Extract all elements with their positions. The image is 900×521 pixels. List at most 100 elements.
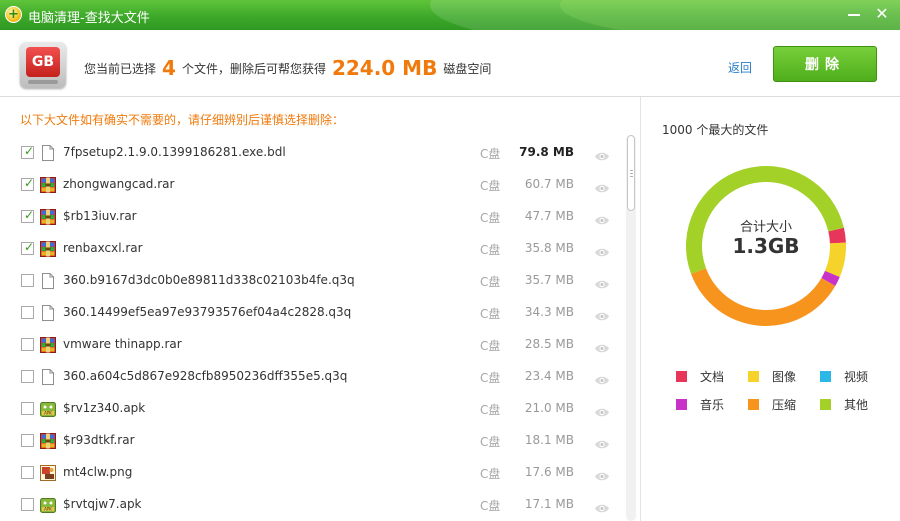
file-name: $r93dtkf.rar [63, 433, 135, 447]
archive-icon [40, 241, 56, 257]
file-drive: C盘 [480, 179, 501, 193]
eye-preview-icon[interactable] [594, 275, 610, 294]
file-row[interactable]: $r93dtkf.rar C盘 18.1 MB [0, 425, 620, 457]
scrollbar-thumb[interactable] [627, 135, 635, 211]
legend-item: 文档 [676, 368, 724, 385]
minimize-icon[interactable] [848, 14, 860, 16]
file-size: 28.5 MB [524, 337, 574, 351]
file-row[interactable]: vmware thinapp.rar C盘 28.5 MB [0, 329, 620, 361]
file-size: 34.3 MB [524, 305, 574, 319]
file-drive: C盘 [480, 467, 501, 481]
generic-file-icon [40, 369, 56, 385]
eye-preview-icon[interactable] [594, 371, 610, 390]
legend-label: 压缩 [772, 398, 797, 412]
eye-preview-icon[interactable] [594, 179, 610, 198]
file-drive: C盘 [480, 211, 501, 225]
archive-icon [40, 337, 56, 353]
file-drive: C盘 [480, 435, 501, 449]
file-size: 17.6 MB [524, 465, 574, 479]
eye-preview-icon[interactable] [594, 435, 610, 454]
eye-preview-icon[interactable] [594, 307, 610, 326]
legend-item: 音乐 [676, 396, 724, 413]
file-checkbox[interactable]: ✓ [21, 240, 34, 255]
legend-swatch [820, 371, 831, 382]
svg-text:APK: APK [44, 410, 52, 415]
eye-preview-icon[interactable] [594, 403, 610, 422]
eye-preview-icon[interactable] [594, 339, 610, 358]
checkmark-icon: ✓ [24, 176, 35, 190]
file-row[interactable]: ✓ zhongwangcad.rar C盘 60.7 MB [0, 169, 620, 201]
eye-preview-icon[interactable] [594, 147, 610, 166]
file-checkbox[interactable] [21, 402, 34, 415]
legend-item: 压缩 [748, 396, 796, 413]
file-size: 47.7 MB [524, 209, 574, 223]
total-size-label: 合计大小 [739, 220, 792, 235]
legend-swatch [748, 399, 759, 410]
app-logo-icon: + [5, 6, 22, 23]
file-name: mt4clw.png [63, 465, 133, 479]
generic-file-icon [40, 145, 56, 161]
file-checkbox[interactable] [21, 466, 34, 479]
eye-preview-icon[interactable] [594, 499, 610, 518]
file-name: 7fpsetup2.1.9.0.1399186281.exe.bdl [63, 145, 286, 159]
file-size: 21.0 MB [524, 401, 574, 415]
selected-count: 4 [162, 56, 176, 80]
file-checkbox[interactable] [21, 274, 34, 287]
file-drive: C盘 [480, 403, 501, 417]
file-checkbox[interactable] [21, 434, 34, 447]
freed-size: 224.0 MB [331, 56, 438, 80]
checkmark-icon: ✓ [24, 144, 35, 158]
file-name: 360.b9167d3dc0b0e89811d338c02103b4fe.q3q [63, 273, 355, 287]
window-title: 电脑清理-查找大文件 [28, 11, 150, 26]
summary-middle: 个文件，删除后可帮您获得 [181, 62, 326, 76]
apk-icon: APK [40, 497, 56, 513]
file-name: renbaxcxl.rar [63, 241, 143, 255]
warning-hint: 以下大文件如有确实不需要的，请仔细辨别后谨慎选择删除： [20, 113, 345, 127]
file-row[interactable]: ✓ $rb13iuv.rar C盘 47.7 MB [0, 201, 620, 233]
file-drive: C盘 [480, 499, 501, 513]
delete-button[interactable]: 删除 [773, 46, 877, 82]
file-checkbox[interactable]: ✓ [21, 176, 35, 191]
legend-label: 图像 [772, 370, 797, 384]
legend-label: 文档 [700, 370, 725, 384]
file-size: 60.7 MB [524, 177, 574, 191]
archive-icon [40, 177, 56, 193]
eye-preview-icon[interactable] [594, 467, 610, 486]
legend-label: 音乐 [700, 398, 725, 412]
file-checkbox[interactable] [21, 370, 34, 383]
back-link[interactable]: 返回 [728, 59, 752, 76]
legend-item: 视频 [820, 368, 868, 385]
file-drive: C盘 [480, 243, 501, 257]
file-row[interactable]: mt4clw.png C盘 17.6 MB [0, 457, 620, 489]
total-size-value: 1.3GB [732, 234, 800, 258]
file-size: 17.1 MB [524, 497, 574, 511]
file-row[interactable]: APK $rvtqjw7.apk C盘 17.1 MB [0, 489, 620, 521]
generic-file-icon [40, 305, 56, 321]
panel-divider [640, 97, 641, 521]
file-name: 360.a604c5d867e928cfb8950236dff355e5.q3q [63, 369, 348, 383]
file-row[interactable]: 360.b9167d3dc0b0e89811d338c02103b4fe.q3q… [0, 265, 620, 297]
file-row[interactable]: ✓ 7fpsetup2.1.9.0.1399186281.exe.bdl C盘 79.… [0, 137, 620, 169]
chart-title: 1000 个最大的文件 [662, 123, 769, 137]
file-row[interactable]: APK $rv1z340.apk C盘 21.0 MB [0, 393, 620, 425]
close-icon[interactable]: ✕ [872, 4, 892, 24]
file-checkbox[interactable] [21, 306, 34, 319]
file-name: $rb13iuv.rar [63, 209, 137, 223]
eye-preview-icon[interactable] [594, 211, 610, 230]
file-checkbox[interactable] [21, 338, 34, 351]
file-size: 35.8 MB [524, 241, 574, 255]
disk-gb-icon: GB [20, 42, 66, 88]
file-name: 360.14499ef5ea97e93793576ef04a4c2828.q3q [63, 305, 352, 319]
summary-prefix: 您当前已选择 [84, 62, 157, 76]
file-row[interactable]: ✓ renbaxcxl.rar C盘 35.8 MB [0, 233, 620, 265]
file-checkbox[interactable] [21, 498, 34, 511]
file-checkbox[interactable]: ✓ [21, 208, 34, 223]
file-row[interactable]: 360.14499ef5ea97e93793576ef04a4c2828.q3q… [0, 297, 620, 329]
file-checkbox[interactable]: ✓ [21, 144, 35, 159]
file-name: zhongwangcad.rar [63, 177, 175, 191]
file-row[interactable]: 360.a604c5d867e928cfb8950236dff355e5.q3q… [0, 361, 620, 393]
archive-icon [40, 209, 56, 225]
svg-text:APK: APK [44, 506, 52, 511]
eye-preview-icon[interactable] [594, 243, 610, 262]
legend-item: 其他 [820, 396, 868, 413]
